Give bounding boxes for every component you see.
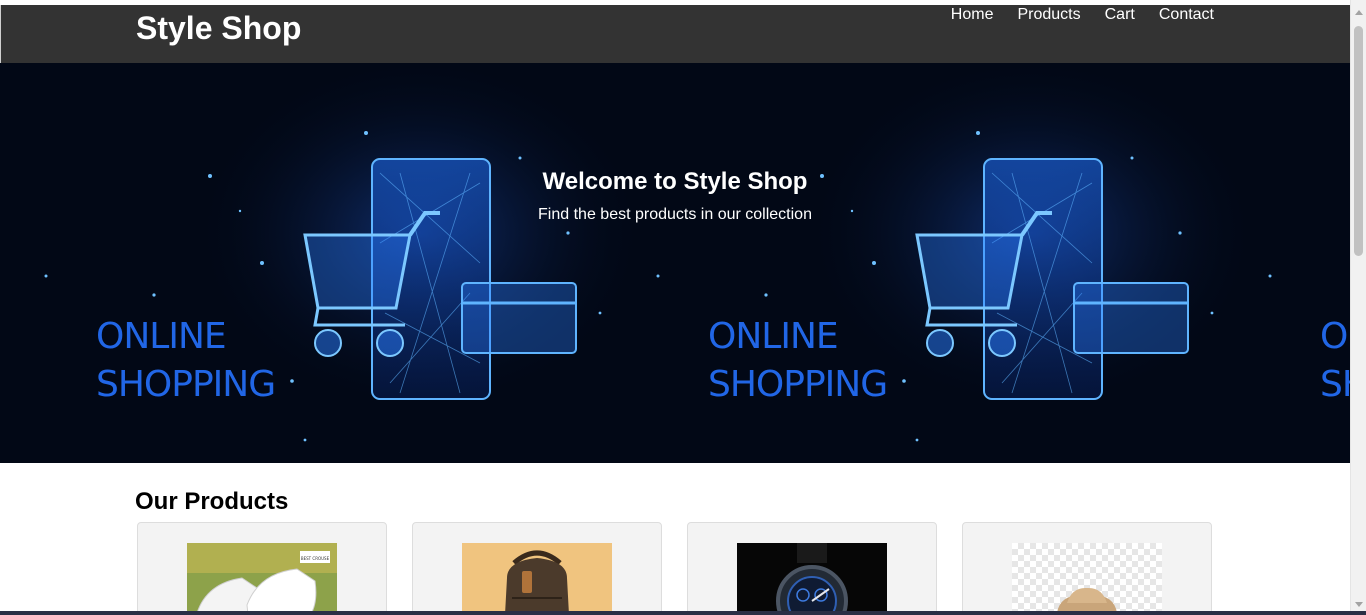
backpack-image[interactable]	[462, 543, 612, 615]
banner-line-shopping: SHOPPING	[1320, 364, 1350, 405]
banner-line-online: ONLINE	[708, 316, 839, 357]
nav-cart-link[interactable]: Cart	[1105, 5, 1135, 25]
banner-text-2: ONLINE SHOPPING	[708, 313, 888, 409]
main-nav: Home Products Cart Contact	[951, 5, 1214, 25]
site-logo[interactable]: Style Shop	[136, 9, 301, 47]
site-header: Style Shop Home Products Cart Contact	[0, 5, 1350, 63]
sneakers-image[interactable]: BEST CROUSE	[187, 543, 337, 615]
product-card[interactable]: BEST CROUSE	[137, 522, 387, 615]
scroll-up-arrow-icon[interactable]	[1355, 10, 1363, 15]
product-card[interactable]	[962, 522, 1212, 615]
taskbar-edge	[0, 611, 1366, 615]
banner-line-online: ONLINE	[1320, 316, 1350, 357]
products-heading: Our Products	[135, 488, 289, 515]
watch-image[interactable]	[737, 543, 887, 615]
product-card[interactable]	[412, 522, 662, 615]
banner-line-shopping: SHOPPING	[96, 364, 276, 405]
sneakers-tag: BEST CROUSE	[301, 556, 330, 561]
scroll-down-arrow-icon[interactable]	[1355, 602, 1363, 607]
nav-products-link[interactable]: Products	[1017, 5, 1080, 25]
browser-viewport: Style Shop Home Products Cart Contact ON…	[0, 0, 1366, 615]
nav-home-link[interactable]: Home	[951, 5, 994, 25]
banner-line-shopping: SHOPPING	[708, 364, 888, 405]
banner-text-3: ONLINE SHOPPING	[1320, 313, 1350, 409]
banner-text-1: ONLINE SHOPPING	[96, 313, 276, 409]
vertical-scrollbar[interactable]	[1350, 0, 1366, 615]
hat-image[interactable]	[1012, 543, 1162, 615]
nav-contact-link[interactable]: Contact	[1159, 5, 1214, 25]
product-card[interactable]	[687, 522, 937, 615]
scrollbar-thumb[interactable]	[1354, 26, 1363, 256]
hero-banner: ONLINE SHOPPING ONLINE SHOPPING ONLINE S…	[0, 63, 1350, 463]
banner-line-online: ONLINE	[96, 316, 227, 357]
hero-subtitle: Find the best products in our collection	[538, 206, 812, 223]
hero-title: Welcome to Style Shop	[542, 168, 808, 195]
